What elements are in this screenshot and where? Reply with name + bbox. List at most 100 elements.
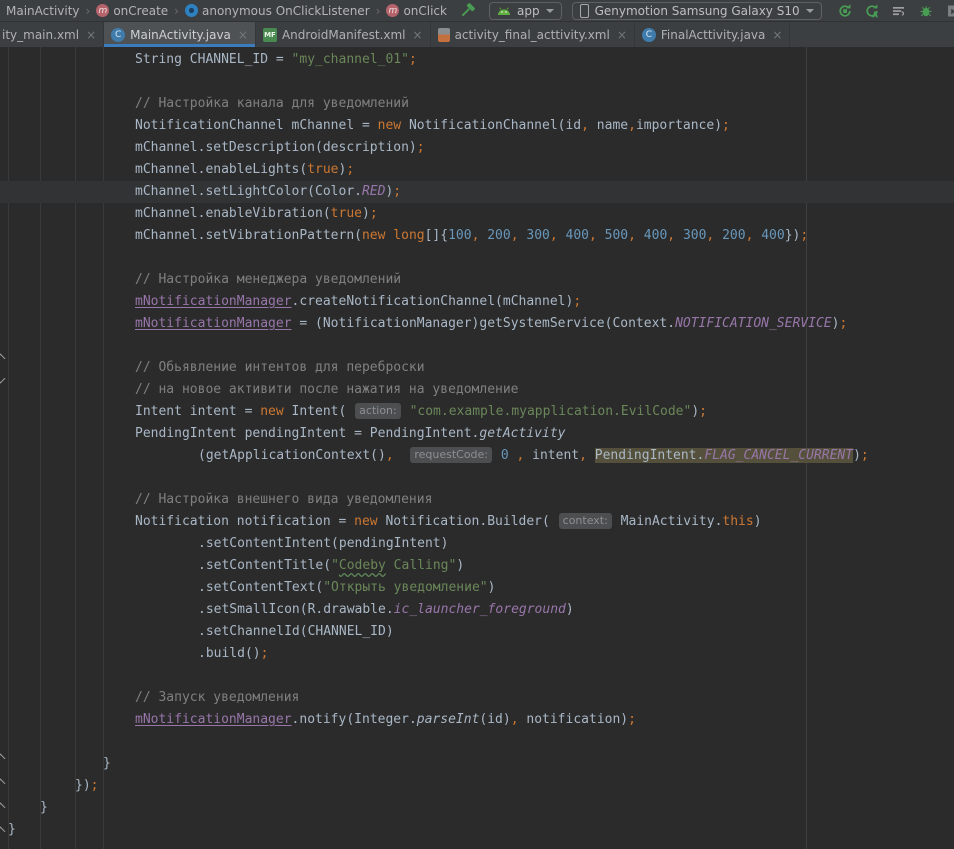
code-token: name	[589, 118, 628, 133]
tab-close-icon[interactable]: ×	[238, 29, 248, 41]
code-token: mChannel.setVibrationPattern(	[135, 228, 362, 243]
tab-MainActivity.java[interactable]: CMainActivity.java×	[104, 22, 256, 47]
tab-activity_final_acttivity.xml[interactable]: activity_final_acttivity.xml×	[431, 22, 635, 47]
code-line[interactable]	[0, 731, 954, 753]
code-line[interactable]: mChannel.setLightColor(Color.RED);	[0, 181, 954, 203]
code-token: ;	[800, 228, 808, 243]
code-token: ;	[409, 52, 417, 67]
breadcrumb-item[interactable]: onClick	[403, 4, 447, 18]
code-line[interactable]: mChannel.setVibrationPattern(new long[]{…	[0, 225, 954, 247]
code-line[interactable]	[0, 467, 954, 489]
code-line[interactable]	[0, 71, 954, 93]
breadcrumb-item[interactable]: onCreate	[113, 4, 168, 18]
svg-text:A: A	[872, 10, 878, 19]
code-line[interactable]: .build();	[0, 643, 954, 665]
code-token: mNotificationManager	[135, 316, 292, 331]
code-line[interactable]: mNotificationManager.notify(Integer.pars…	[0, 709, 954, 731]
code-token	[402, 448, 410, 463]
code-token: NotificationChannel mChannel =	[135, 118, 378, 133]
tab-ity_main.xml[interactable]: ity_main.xml×	[0, 22, 104, 47]
device-selector[interactable]: Genymotion Samsung Galaxy S10	[572, 2, 822, 20]
tab-close-icon[interactable]: ×	[772, 29, 782, 41]
code-token: 400	[566, 228, 589, 243]
tab-FinalActtivity.java[interactable]: CFinalActtivity.java×	[635, 22, 791, 47]
code-token: )	[488, 580, 496, 595]
run-config-label: app	[517, 4, 540, 18]
code-line[interactable]: mNotificationManager = (NotificationMana…	[0, 313, 954, 335]
process-list-icon[interactable]	[888, 1, 910, 21]
code-line[interactable]: Notification notification = new Notifica…	[0, 511, 954, 533]
build-hammer-icon[interactable]	[457, 1, 479, 21]
code-line[interactable]: .setContentTitle("Codeby Calling")	[0, 555, 954, 577]
code-line[interactable]: .setSmallIcon(R.drawable.ic_launcher_for…	[0, 599, 954, 621]
code-token: mNotificationManager	[135, 294, 292, 309]
java-class-icon: C	[642, 28, 656, 42]
code-token: ;	[346, 162, 354, 177]
code-line[interactable]	[0, 247, 954, 269]
code-line[interactable]: // Настройка канала для уведомлений	[0, 93, 954, 115]
run-config-selector[interactable]: app	[489, 2, 562, 20]
code-token: 100	[448, 228, 471, 243]
code-token: Notification notification =	[135, 514, 354, 529]
code-token: }	[103, 756, 111, 771]
tab-label: MainActivity.java	[130, 28, 231, 42]
code-token: new	[362, 228, 385, 243]
tab-close-icon[interactable]: ×	[617, 29, 627, 41]
breadcrumb-separator: ›	[86, 4, 91, 18]
breadcrumb-item[interactable]: MainActivity	[6, 4, 80, 18]
code-line[interactable]: mChannel.enableVibration(true);	[0, 203, 954, 225]
code-line[interactable]	[0, 335, 954, 357]
code-token: Intent intent =	[135, 404, 260, 419]
code-line[interactable]: mChannel.enableLights(true);	[0, 159, 954, 181]
code-line[interactable]: NotificationChannel mChannel = new Notif…	[0, 115, 954, 137]
chevron-down-icon	[806, 9, 814, 13]
code-token: }	[40, 800, 48, 815]
apply-code-changes-icon[interactable]: A	[861, 1, 883, 21]
code-token: ;	[839, 316, 847, 331]
code-token: 0	[501, 448, 509, 463]
breadcrumb-separator: ›	[174, 4, 179, 18]
code-token: 300	[526, 228, 549, 243]
code-line[interactable]: .setChannelId(CHANNEL_ID)	[0, 621, 954, 643]
code-token: this	[722, 514, 753, 529]
code-line[interactable]: PendingIntent pendingIntent = PendingInt…	[0, 423, 954, 445]
code-line[interactable]: .setContentIntent(pendingIntent)	[0, 533, 954, 555]
code-token: new	[378, 118, 401, 133]
code-token: ,	[386, 448, 402, 463]
code-line[interactable]: Intent intent = new Intent( action: "com…	[0, 401, 954, 423]
code-line[interactable]: mNotificationManager.createNotificationC…	[0, 291, 954, 313]
code-token: // Обьявление интентов для переброски	[135, 360, 425, 375]
code-line[interactable]: (getApplicationContext(), requestCode: 0…	[0, 445, 954, 467]
code-token: (getApplicationContext()	[198, 448, 386, 463]
code-line[interactable]: // Обьявление интентов для переброски	[0, 357, 954, 379]
tab-close-icon[interactable]: ×	[86, 29, 96, 41]
code-line[interactable]: // Настройка внешнего вида уведомления	[0, 489, 954, 511]
toolbar-actions: A	[834, 1, 954, 21]
tab-AndroidManifest.xml[interactable]: MFAndroidManifest.xml×	[256, 22, 431, 47]
code-token: ,	[628, 228, 644, 243]
parameter-hint: action:	[355, 403, 401, 419]
code-line[interactable]: });	[0, 775, 954, 797]
code-line[interactable]: // Запуск уведомления	[0, 687, 954, 709]
rerun-activity-icon[interactable]	[834, 1, 856, 21]
code-line[interactable]: }	[0, 797, 954, 819]
code-line[interactable]: String CHANNEL_ID = "my_channel_01";	[0, 49, 954, 71]
code-token: .setContentTitle(	[198, 558, 331, 573]
code-token: ;	[628, 712, 636, 727]
tab-close-icon[interactable]: ×	[413, 29, 423, 41]
code-line[interactable]: }	[0, 819, 954, 841]
code-line[interactable]: .setContentText("Открыть уведомление")	[0, 577, 954, 599]
profiler-icon[interactable]	[942, 1, 954, 21]
code-token: long	[393, 228, 424, 243]
code-token: PendingIntent.	[595, 448, 705, 463]
code-line[interactable]: // Настройка менеджера уведомлений	[0, 269, 954, 291]
code-line[interactable]: // на новое активити после нажатия на ув…	[0, 379, 954, 401]
code-line[interactable]	[0, 665, 954, 687]
code-line[interactable]: }	[0, 753, 954, 775]
debug-icon[interactable]	[915, 1, 937, 21]
editor[interactable]: String CHANNEL_ID = "my_channel_01"; // Н…	[0, 47, 954, 849]
code-token: NOTIFICATION_SERVICE	[675, 316, 832, 331]
breadcrumb-item[interactable]: anonymous OnClickListener	[202, 4, 370, 18]
code-token: )	[566, 602, 574, 617]
code-line[interactable]: mChannel.setDescription(description);	[0, 137, 954, 159]
